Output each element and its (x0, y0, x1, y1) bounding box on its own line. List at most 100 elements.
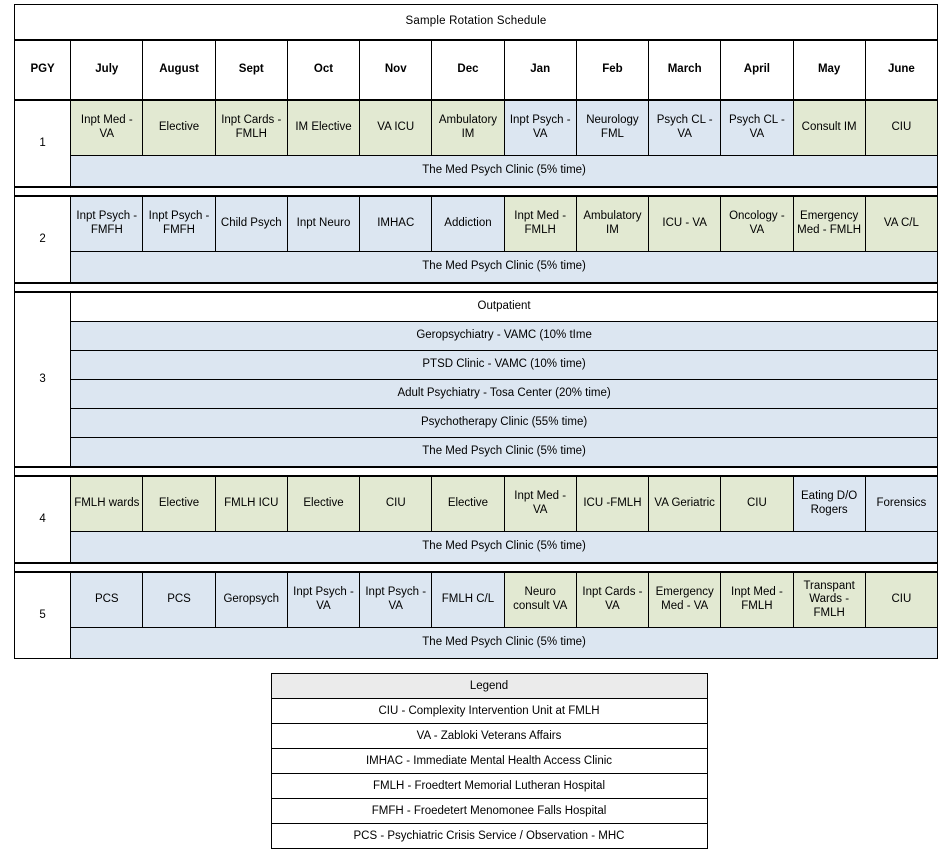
continuity-clinic-cell[interactable]: The Med Psych Clinic (5% time) (70, 531, 938, 563)
outpatient-row: The Med Psych Clinic (5% time) (15, 437, 938, 467)
rotation-cell[interactable]: Forensics (864, 476, 939, 532)
outpatient-cell[interactable]: Psychotherapy Clinic (55% time) (70, 408, 938, 438)
legend-row: PCS - Psychiatric Crisis Service / Obser… (270, 823, 708, 849)
legend-entry: VA - Zabloki Veterans Affairs (270, 723, 708, 749)
rotation-cell[interactable]: VA C/L (864, 196, 939, 252)
rotation-cell[interactable]: Inpt Psych - FMFH (70, 196, 144, 252)
rotation-cell[interactable]: Geropsych (214, 572, 288, 628)
block-spacer (14, 187, 938, 196)
outpatient-row: Geropsychiatry - VAMC (10% tIme (15, 321, 938, 351)
rotation-cell[interactable]: FMLH C/L (431, 572, 505, 628)
legend-header-cell: Legend (270, 673, 708, 699)
legend-wrap: Legend CIU - Complexity Intervention Unit… (14, 673, 940, 849)
pgy-5-table: 5 PCS PCS Geropsych Inpt Psych - VA Inpt Psyc… (13, 572, 939, 659)
month-header-table: PGY July August Sept Oct Nov Dec Jan Feb… (13, 40, 939, 100)
rotation-cell[interactable]: FMLH wards (70, 476, 144, 532)
legend-entry: FMFH - Froedetert Menomonee Falls Hospit… (270, 798, 708, 824)
rotation-cell[interactable]: Inpt Med - VA (503, 476, 577, 532)
legend-row: CIU - Complexity Intervention Unit at FM… (270, 698, 708, 724)
continuity-clinic-cell[interactable]: The Med Psych Clinic (5% time) (70, 627, 938, 659)
pgy-5-rotation-row: 5 PCS PCS Geropsych Inpt Psych - VA Inpt Psyc… (13, 572, 939, 659)
header-month-nov: Nov (359, 40, 433, 100)
rotation-cell[interactable]: Elective (142, 476, 216, 532)
block-spacer (14, 467, 938, 476)
rotation-cell[interactable]: Inpt Neuro (286, 196, 361, 252)
rotation-cell[interactable]: Inpt Psych - FMFH (142, 196, 216, 252)
rotation-cell[interactable]: FMLH ICU (214, 476, 288, 532)
pgy-3-outpatient-header-row: 3 Outpatient (13, 292, 938, 467)
rotation-cell[interactable]: Psych CL - VA (648, 100, 722, 156)
rotation-cell[interactable]: Inpt Psych - VA (503, 100, 577, 156)
rotation-cell[interactable]: Inpt Psych - VA (359, 572, 433, 628)
header-month-oct: Oct (286, 40, 361, 100)
rotation-cell[interactable]: Inpt Med - VA (70, 100, 144, 156)
rotation-cell[interactable]: VA ICU (359, 100, 433, 156)
rotation-cell[interactable]: Inpt Cards - FMLH (214, 100, 288, 156)
rotation-cell[interactable]: CIU (864, 572, 939, 628)
header-month-july: July (70, 40, 144, 100)
pgy-4-clinic-row: The Med Psych Clinic (5% time) (15, 531, 938, 563)
rotation-cell[interactable]: Consult IM (792, 100, 866, 156)
rotation-cell[interactable]: IM Elective (286, 100, 361, 156)
rotation-cell[interactable]: Child Psych (214, 196, 288, 252)
rotation-cell[interactable]: Inpt Med - FMLH (503, 196, 577, 252)
continuity-clinic-cell[interactable]: The Med Psych Clinic (5% time) (70, 155, 938, 187)
rotation-cell[interactable]: Elective (431, 476, 505, 532)
pgy-2-rotation-row: 2 Inpt Psych - FMFH Inpt Psych - FMFH Child… (13, 196, 939, 283)
rotation-cell[interactable]: CIU (720, 476, 794, 532)
rotation-cell[interactable]: Neurology FML (575, 100, 650, 156)
pgy-1-clinic-row: The Med Psych Clinic (5% time) (15, 155, 938, 187)
pgy-4-rotation-row: 4 FMLH wards Elective FMLH ICU Elective CIU El… (13, 476, 939, 563)
rotation-cell[interactable]: Transpant Wards - FMLH (792, 572, 866, 628)
rotation-cell[interactable]: Elective (286, 476, 361, 532)
rotation-cell[interactable]: VA Geriatric (648, 476, 722, 532)
rotation-cell[interactable]: Emergency Med - FMLH (792, 196, 866, 252)
rotation-cell[interactable]: Emergency Med - VA (648, 572, 722, 628)
pgy-2-table: 2 Inpt Psych - FMFH Inpt Psych - FMFH Child… (13, 196, 939, 283)
pgy-1-rotation-row: 1 Inpt Med - VA Elective Inpt Cards - FMLH I… (13, 100, 939, 187)
rotation-cell[interactable]: Inpt Med - FMLH (720, 572, 794, 628)
pgy-1-table: 1 Inpt Med - VA Elective Inpt Cards - FMLH I… (13, 100, 939, 187)
outpatient-cell[interactable]: PTSD Clinic - VAMC (10% time) (70, 350, 938, 380)
legend-row: FMFH - Froedetert Menomonee Falls Hospit… (270, 798, 708, 824)
header-month-june: June (864, 40, 939, 100)
outpatient-row: Psychotherapy Clinic (55% time) (15, 408, 938, 438)
rotation-cell[interactable]: PCS (142, 572, 216, 628)
schedule-page: Sample Rotation Schedule PGY July August… (0, 0, 948, 849)
rotation-cell[interactable]: Inpt Cards - VA (575, 572, 650, 628)
outpatient-cell[interactable]: Adult Psychiatry - Tosa Center (20% time… (70, 379, 938, 409)
header-month-jan: Jan (503, 40, 577, 100)
rotation-cell[interactable]: Oncology - VA (720, 196, 794, 252)
header-month-march: March (648, 40, 722, 100)
rotation-cell[interactable]: PCS (70, 572, 144, 628)
outpatient-cell[interactable]: Geropsychiatry - VAMC (10% tIme (70, 321, 938, 351)
legend-entry: IMHAC - Immediate Mental Health Access C… (270, 748, 708, 774)
pgy-3-label: 3 (13, 292, 72, 467)
rotation-cell[interactable]: CIU (359, 476, 433, 532)
legend-row: VA - Zabloki Veterans Affairs (270, 723, 708, 749)
spacer-cell (14, 187, 938, 196)
rotation-cell[interactable]: Addiction (431, 196, 505, 252)
rotation-cell[interactable]: Ambulatory IM (575, 196, 650, 252)
rotation-cell[interactable]: IMHAC (359, 196, 433, 252)
rotation-cell[interactable]: Psych CL - VA (720, 100, 794, 156)
outpatient-cell[interactable]: The Med Psych Clinic (5% time) (70, 437, 938, 467)
rotation-cell[interactable]: CIU (864, 100, 939, 156)
spacer-cell (14, 467, 938, 476)
rotation-cell[interactable]: ICU -FMLH (575, 476, 650, 532)
legend-entry: FMLH - Froedtert Memorial Lutheran Hospi… (270, 773, 708, 799)
rotation-cell[interactable]: Inpt Psych - VA (286, 572, 361, 628)
rotation-cell[interactable]: Eating D/O Rogers (792, 476, 866, 532)
rotation-cell[interactable]: ICU - VA (648, 196, 722, 252)
page-title: Sample Rotation Schedule (14, 4, 938, 40)
rotation-cell[interactable]: Neuro consult VA (503, 572, 577, 628)
spacer-cell (14, 563, 938, 572)
pgy-5-label: 5 (13, 572, 72, 659)
spacer-cell (14, 283, 938, 292)
continuity-clinic-cell[interactable]: The Med Psych Clinic (5% time) (70, 251, 938, 283)
rotation-cell[interactable]: Elective (142, 100, 216, 156)
rotation-cell[interactable]: Ambulatory IM (431, 100, 505, 156)
header-month-may: May (792, 40, 866, 100)
pgy-3-table: 3 Outpatient Geropsychiatry - VAMC (10% tI… (13, 292, 938, 467)
header-row: PGY July August Sept Oct Nov Dec Jan Feb… (13, 40, 939, 100)
